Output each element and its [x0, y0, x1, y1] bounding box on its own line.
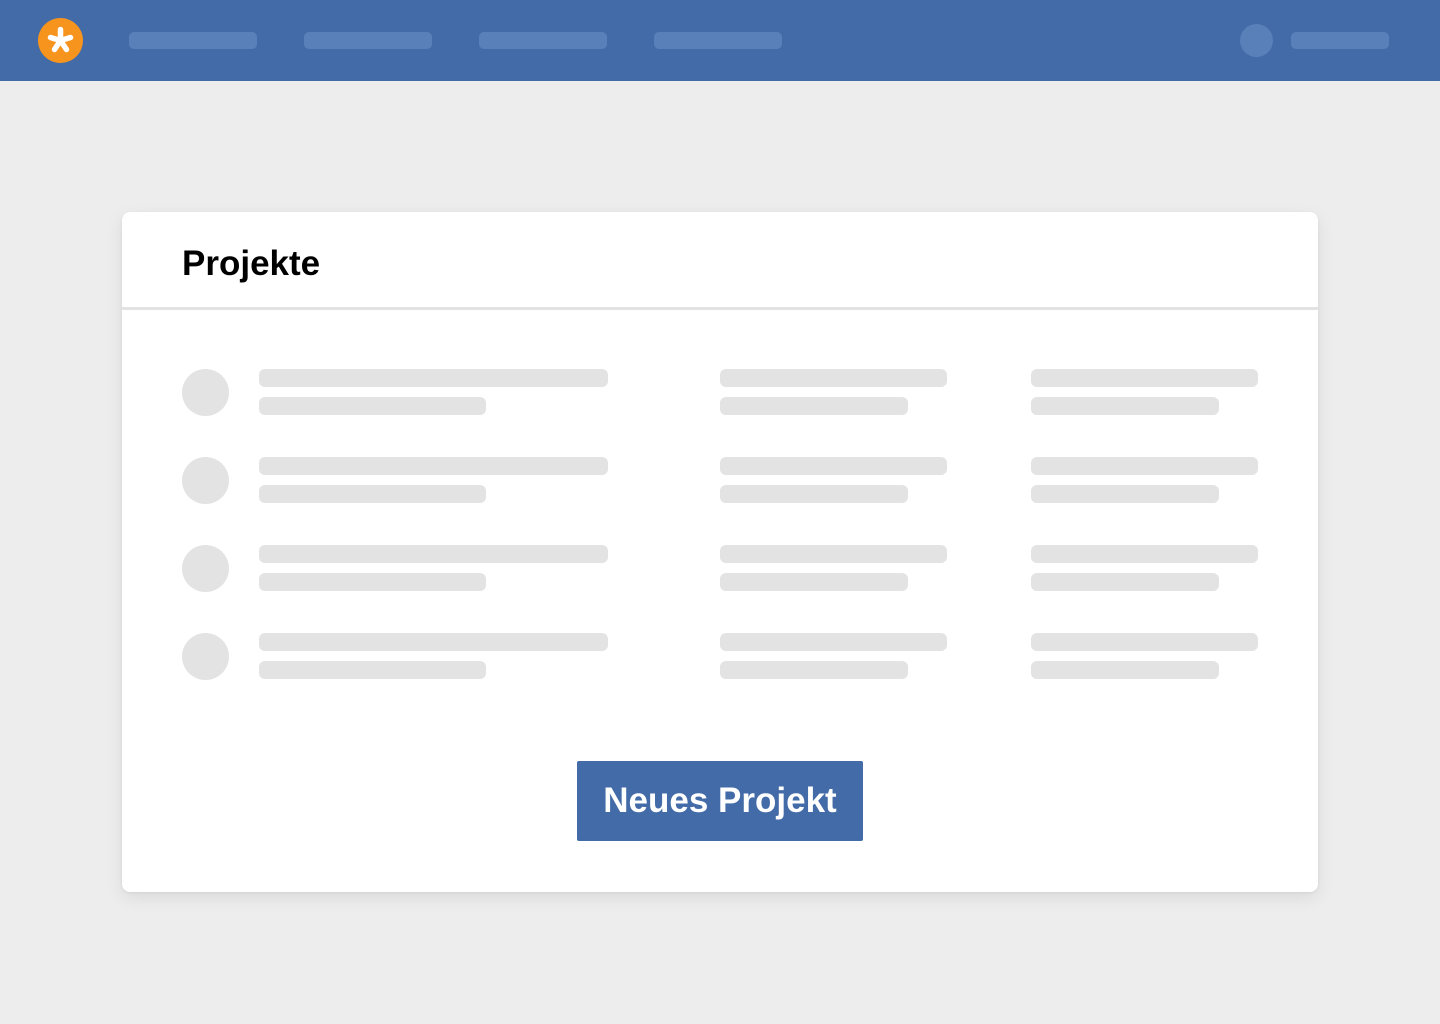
- project-column-2-top-placeholder: [720, 633, 947, 651]
- project-subtitle-placeholder: [259, 661, 486, 679]
- project-name-placeholder: [259, 457, 608, 475]
- project-column-3-bottom-placeholder: [1031, 485, 1219, 503]
- top-navigation-bar: [0, 0, 1440, 81]
- nav-item-2[interactable]: [304, 32, 432, 49]
- project-name-placeholder: [259, 633, 608, 651]
- project-column-3-bottom-placeholder: [1031, 397, 1219, 415]
- project-column-2-top-placeholder: [720, 457, 947, 475]
- project-column-3-top-placeholder: [1031, 545, 1258, 563]
- project-column-3-bottom-placeholder: [1031, 661, 1219, 679]
- project-column-2-top-placeholder: [720, 369, 947, 387]
- new-project-button[interactable]: Neues Projekt: [577, 761, 863, 841]
- user-avatar[interactable]: [1240, 24, 1273, 57]
- project-subtitle-placeholder: [259, 485, 486, 503]
- project-name-placeholder: [259, 545, 608, 563]
- project-avatar-placeholder: [182, 457, 229, 504]
- project-list-item[interactable]: [122, 455, 1318, 505]
- project-subtitle-placeholder: [259, 397, 486, 415]
- project-column-2-bottom-placeholder: [720, 573, 908, 591]
- project-column-3-top-placeholder: [1031, 457, 1258, 475]
- project-list-item[interactable]: [122, 631, 1318, 681]
- project-avatar-placeholder: [182, 633, 229, 680]
- projects-card: Projekte Neues Projekt: [122, 212, 1318, 892]
- project-list-item[interactable]: [122, 543, 1318, 593]
- user-name[interactable]: [1291, 32, 1389, 49]
- project-list-item[interactable]: [122, 367, 1318, 417]
- project-column-3-bottom-placeholder: [1031, 573, 1219, 591]
- app-logo[interactable]: [38, 18, 83, 63]
- nav-item-1[interactable]: [129, 32, 257, 49]
- nav-item-3[interactable]: [479, 32, 607, 49]
- project-avatar-placeholder: [182, 545, 229, 592]
- project-column-2-bottom-placeholder: [720, 397, 908, 415]
- project-column-3-top-placeholder: [1031, 369, 1258, 387]
- project-column-3-top-placeholder: [1031, 633, 1258, 651]
- project-subtitle-placeholder: [259, 573, 486, 591]
- nav-item-4[interactable]: [654, 32, 782, 49]
- project-avatar-placeholder: [182, 369, 229, 416]
- asterisk-icon: [38, 18, 83, 63]
- project-column-2-bottom-placeholder: [720, 485, 908, 503]
- project-column-2-top-placeholder: [720, 545, 947, 563]
- project-column-2-bottom-placeholder: [720, 661, 908, 679]
- project-name-placeholder: [259, 369, 608, 387]
